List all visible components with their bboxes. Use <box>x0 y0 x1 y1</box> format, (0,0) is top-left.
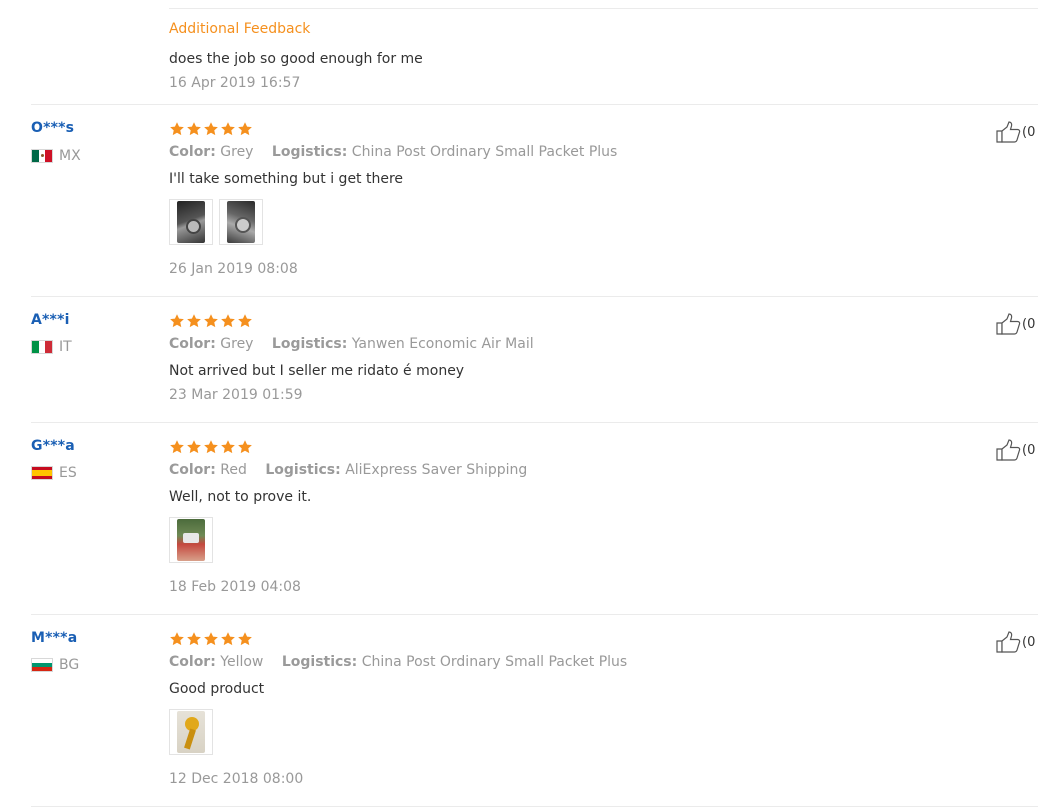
thumbs-up-icon <box>996 313 1021 335</box>
star-icon <box>187 314 201 328</box>
color-label: Color: <box>169 654 216 670</box>
thumbs-up-icon <box>996 439 1021 461</box>
color-value: Grey <box>220 144 254 160</box>
logistics-label: Logistics: <box>265 462 341 478</box>
color-value: Grey <box>220 336 254 352</box>
color-label: Color: <box>169 462 216 478</box>
helpful-count: (0 <box>1022 316 1036 332</box>
divider <box>169 8 1038 9</box>
star-icon <box>238 122 252 136</box>
reviewer-name[interactable]: G***a <box>31 438 75 454</box>
country-code: IT <box>59 339 72 355</box>
reviewer-country: IT <box>31 339 72 355</box>
logistics-label: Logistics: <box>271 144 348 160</box>
star-rating <box>169 631 253 647</box>
reviewer-name[interactable]: O***s <box>31 120 74 136</box>
flag-mx-icon <box>31 149 53 163</box>
star-icon <box>187 632 201 646</box>
color-value: Yellow <box>220 654 264 670</box>
review-photo[interactable] <box>169 199 213 245</box>
order-info: Color: Grey Logistics: China Post Ordina… <box>169 144 617 160</box>
review-text: Not arrived but I seller me ridato é mon… <box>169 363 465 379</box>
helpful-count: (0 <box>1022 634 1036 650</box>
star-icon <box>170 122 184 136</box>
star-rating <box>169 121 253 137</box>
additional-feedback-text: does the job so good enough for me <box>169 51 423 67</box>
star-icon <box>204 440 218 454</box>
review-date: 23 Mar 2019 01:59 <box>169 387 303 403</box>
star-icon <box>238 314 252 328</box>
review-date: 18 Feb 2019 04:08 <box>169 579 301 595</box>
flag-es-icon <box>31 466 53 480</box>
helpful-count: (0 <box>1022 124 1036 140</box>
order-info: Color: Red Logistics: AliExpress Saver S… <box>169 462 527 478</box>
logistics-value: China Post Ordinary Small Packet Plus <box>351 144 618 160</box>
color-label: Color: <box>169 144 216 160</box>
logistics-value: Yanwen Economic Air Mail <box>351 336 534 352</box>
order-info: Color: Yellow Logistics: China Post Ordi… <box>169 654 627 670</box>
divider <box>31 806 1038 807</box>
reviewer-country: MX <box>31 148 81 164</box>
thumbs-up-icon <box>996 121 1021 143</box>
review-photo[interactable] <box>169 709 213 755</box>
review-photos <box>169 199 263 245</box>
divider <box>31 614 1038 615</box>
star-icon <box>221 632 235 646</box>
star-icon <box>170 314 184 328</box>
divider <box>31 104 1038 105</box>
star-icon <box>204 122 218 136</box>
helpful-button[interactable]: (0 <box>996 439 1035 461</box>
helpful-count: (0 <box>1022 442 1036 458</box>
divider <box>31 422 1038 423</box>
reviewer-country: ES <box>31 465 77 481</box>
review-photos <box>169 709 213 755</box>
star-rating <box>169 439 253 455</box>
star-icon <box>238 440 252 454</box>
thumbs-up-icon <box>996 631 1021 653</box>
review-date: 12 Dec 2018 08:00 <box>169 771 304 787</box>
order-info: Color: Grey Logistics: Yanwen Economic A… <box>169 336 534 352</box>
review-photo[interactable] <box>169 517 213 563</box>
review-text: Good product <box>169 681 265 697</box>
star-icon <box>221 122 235 136</box>
logistics-label: Logistics: <box>281 654 358 670</box>
star-icon <box>187 122 201 136</box>
star-icon <box>238 632 252 646</box>
reviewer-country: BG <box>31 657 79 673</box>
helpful-button[interactable]: (0 <box>996 313 1035 335</box>
logistics-value: China Post Ordinary Small Packet Plus <box>361 654 628 670</box>
review-date: 26 Jan 2019 08:08 <box>169 261 298 277</box>
review-photos <box>169 517 213 563</box>
star-rating <box>169 313 253 329</box>
star-icon <box>170 632 184 646</box>
additional-feedback-date: 16 Apr 2019 16:57 <box>169 75 301 91</box>
flag-it-icon <box>31 340 53 354</box>
star-icon <box>221 440 235 454</box>
logistics-value: AliExpress Saver Shipping <box>345 462 528 478</box>
helpful-button[interactable]: (0 <box>996 631 1035 653</box>
country-code: MX <box>59 148 81 164</box>
star-icon <box>204 632 218 646</box>
reviewer-name[interactable]: A***i <box>31 312 70 328</box>
review-photo[interactable] <box>219 199 263 245</box>
reviewer-name[interactable]: M***a <box>31 630 77 646</box>
star-icon <box>204 314 218 328</box>
star-icon <box>221 314 235 328</box>
helpful-button[interactable]: (0 <box>996 121 1035 143</box>
logistics-label: Logistics: <box>271 336 348 352</box>
review-text: Well, not to prove it. <box>169 489 312 505</box>
star-icon <box>187 440 201 454</box>
star-icon <box>170 440 184 454</box>
color-label: Color: <box>169 336 216 352</box>
additional-feedback-title: Additional Feedback <box>169 21 311 37</box>
color-value: Red <box>220 462 247 478</box>
country-code: BG <box>59 657 80 673</box>
flag-bg-icon <box>31 658 53 672</box>
divider <box>31 296 1038 297</box>
country-code: ES <box>59 465 77 481</box>
review-text: I'll take something but i get there <box>169 171 404 187</box>
